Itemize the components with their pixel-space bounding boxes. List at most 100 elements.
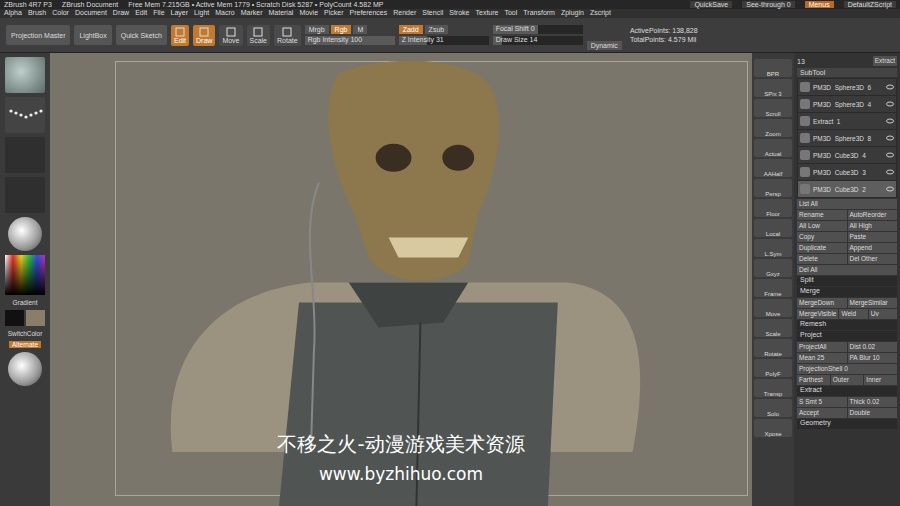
panel-button[interactable]: List All	[797, 199, 897, 209]
brush-icon[interactable]	[5, 57, 45, 93]
panel-button[interactable]: All Low	[797, 221, 847, 231]
section-header[interactable]: Remesh	[797, 320, 897, 330]
stroke-icon[interactable]	[5, 97, 45, 133]
tool-button[interactable]: LightBox	[74, 25, 111, 45]
section-header[interactable]: Merge	[797, 287, 897, 297]
shelf-button[interactable]: BPR	[754, 59, 792, 77]
color-mode[interactable]: M	[353, 25, 367, 34]
subtool-item[interactable]: PM3D_Cube3D_4	[798, 147, 896, 163]
panel-button[interactable]: Double	[848, 408, 898, 418]
extract-button[interactable]: Extract	[873, 56, 897, 66]
color-picker[interactable]	[5, 255, 45, 295]
panel-button[interactable]: ProjectionShell 0	[797, 364, 897, 374]
slider[interactable]: Rgb Intensity 100	[305, 36, 395, 45]
shelf-button[interactable]: AAHalf	[754, 159, 792, 177]
menu-item[interactable]: Zplugin	[561, 9, 584, 18]
panel-button[interactable]: MergeVisible	[797, 309, 838, 319]
subtool-item[interactable]: PM3D_Sphere3D_4	[798, 96, 896, 112]
shelf-button[interactable]: Scroll	[754, 99, 792, 117]
dynamic-button[interactable]: Dynamic	[587, 41, 622, 50]
switch-color-label[interactable]: SwitchColor	[8, 330, 43, 337]
top-button[interactable]: QuickSave	[690, 1, 732, 8]
menu-item[interactable]: Stencil	[422, 9, 443, 18]
alternate-button[interactable]: Alternate	[9, 341, 41, 348]
shelf-button[interactable]: Persp	[754, 179, 792, 197]
tool-button[interactable]: Quick Sketch	[116, 25, 167, 45]
slider[interactable]: Draw Size 14	[493, 36, 583, 45]
menu-item[interactable]: Marker	[241, 9, 263, 18]
panel-button[interactable]: PA Blur 10	[848, 353, 898, 363]
mode-button[interactable]: Draw	[193, 25, 215, 46]
mode-button[interactable]: Move	[219, 25, 242, 46]
shelf-button[interactable]: Frame	[754, 279, 792, 297]
subtool-item[interactable]: PM3D_Sphere3D_8	[798, 130, 896, 146]
eye-icon[interactable]	[886, 83, 894, 91]
section-header[interactable]: Project	[797, 331, 897, 341]
gradient-label[interactable]: Gradient	[13, 299, 38, 306]
subtool-item[interactable]: PM3D_Cube3D_3	[798, 164, 896, 180]
menu-item[interactable]: Light	[194, 9, 209, 18]
section-header[interactable]: Split	[797, 276, 897, 286]
panel-button[interactable]: Duplicate	[797, 243, 847, 253]
section-header[interactable]: Extract	[797, 386, 897, 396]
menu-item[interactable]: Layer	[171, 9, 189, 18]
slider[interactable]: Z Intensity 31	[399, 36, 489, 45]
shelf-button[interactable]: Move	[754, 299, 792, 317]
panel-button[interactable]: Rename	[797, 210, 847, 220]
menu-item[interactable]: Material	[268, 9, 293, 18]
color-mode[interactable]: Rgb	[331, 25, 352, 34]
panel-button[interactable]: Outer	[831, 375, 864, 385]
menu-item[interactable]: File	[153, 9, 164, 18]
eye-icon[interactable]	[886, 134, 894, 142]
panel-button[interactable]: Farthest	[797, 375, 830, 385]
panel-button[interactable]: Thick 0.02	[848, 397, 898, 407]
eye-icon[interactable]	[886, 117, 894, 125]
shelf-button[interactable]: Transp	[754, 379, 792, 397]
shelf-button[interactable]: PolyF	[754, 359, 792, 377]
panel-button[interactable]: Del All	[797, 265, 897, 275]
slider[interactable]: Focal Shift 0	[493, 25, 583, 34]
shelf-button[interactable]: Rotate	[754, 339, 792, 357]
panel-button[interactable]: Weld	[839, 309, 867, 319]
alpha-icon[interactable]	[5, 137, 45, 173]
subtool-item[interactable]: PM3D_Sphere3D_6	[798, 79, 896, 95]
menu-item[interactable]: Macro	[215, 9, 234, 18]
menu-item[interactable]: Render	[393, 9, 416, 18]
menu-item[interactable]: Brush	[28, 9, 46, 18]
panel-button[interactable]: All High	[848, 221, 898, 231]
shelf-button[interactable]: Scale	[754, 319, 792, 337]
menu-item[interactable]: Movie	[299, 9, 318, 18]
panel-button[interactable]: Dist 0.02	[848, 342, 898, 352]
section-header[interactable]: Geometry	[797, 419, 897, 429]
shelf-button[interactable]: Zoom	[754, 119, 792, 137]
texture-icon[interactable]	[5, 177, 45, 213]
shelf-button[interactable]: Solo	[754, 399, 792, 417]
eye-icon[interactable]	[886, 100, 894, 108]
material-ball-icon[interactable]	[8, 352, 42, 386]
eye-icon[interactable]	[886, 185, 894, 193]
eye-icon[interactable]	[886, 168, 894, 176]
shelf-button[interactable]: Local	[754, 219, 792, 237]
top-button[interactable]: DefaultZScript	[844, 1, 896, 8]
panel-button[interactable]: S Smt 5	[797, 397, 847, 407]
panel-button[interactable]: MergeDown	[797, 298, 847, 308]
panel-button[interactable]: Inner	[864, 375, 897, 385]
panel-button[interactable]: MergeSimilar	[848, 298, 898, 308]
viewport[interactable]: 不移之火-动漫游戏美术资源 www.byzhihuo.com	[50, 53, 752, 506]
top-button[interactable]: Menus	[805, 1, 834, 8]
shelf-button[interactable]: L.Sym	[754, 239, 792, 257]
menu-item[interactable]: Texture	[475, 9, 498, 18]
menu-item[interactable]: Edit	[135, 9, 147, 18]
shelf-button[interactable]: Floor	[754, 199, 792, 217]
panel-button[interactable]: ProjectAll	[797, 342, 847, 352]
shelf-button[interactable]: Actual	[754, 139, 792, 157]
menu-item[interactable]: Color	[52, 9, 69, 18]
menu-item[interactable]: Zscript	[590, 9, 611, 18]
z-mode[interactable]: Zadd	[399, 25, 423, 34]
panel-button[interactable]: Delete	[797, 254, 847, 264]
menu-item[interactable]: Draw	[113, 9, 129, 18]
eye-icon[interactable]	[886, 151, 894, 159]
material-icon[interactable]	[8, 217, 42, 251]
color-mode[interactable]: Mrgb	[305, 25, 329, 34]
menu-item[interactable]: Preferences	[350, 9, 388, 18]
